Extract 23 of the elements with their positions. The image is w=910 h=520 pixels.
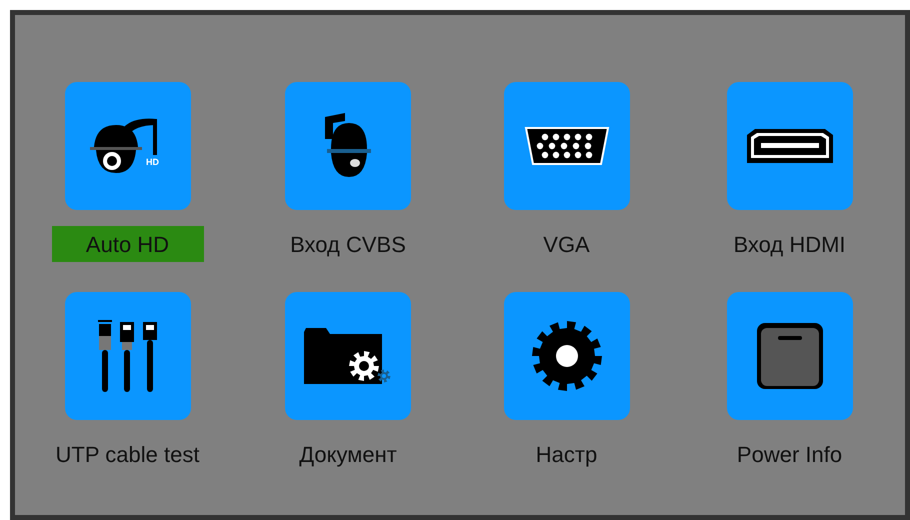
menu-tile[interactable] (285, 292, 411, 420)
network-cables-icon (96, 320, 160, 392)
battery-block-icon (756, 322, 824, 390)
menu-tile[interactable] (726, 292, 852, 420)
menu-tile[interactable] (504, 292, 630, 420)
menu-label: UTP cable test (54, 440, 200, 468)
menu-label: Auto HD (52, 226, 204, 262)
menu-tile[interactable] (285, 82, 411, 210)
gear-icon (530, 320, 602, 392)
menu-label: Настр (534, 440, 598, 469)
menu-tile[interactable] (504, 82, 630, 210)
menu-label: Power Info (736, 440, 844, 468)
menu-label: Вход CVBS (289, 230, 407, 258)
menu-label: Документ (298, 440, 398, 469)
hdmi-port-icon (744, 127, 834, 165)
menu-tile[interactable]: HD (64, 82, 190, 210)
vga-port-icon (522, 125, 610, 167)
menu-tile[interactable] (726, 82, 852, 210)
hd-label: HD (146, 157, 158, 167)
dome-camera-icon (323, 113, 373, 179)
menu-tile[interactable] (64, 292, 190, 420)
menu-label: VGA (542, 230, 591, 258)
menu-label: Вход HDMI (732, 230, 847, 258)
